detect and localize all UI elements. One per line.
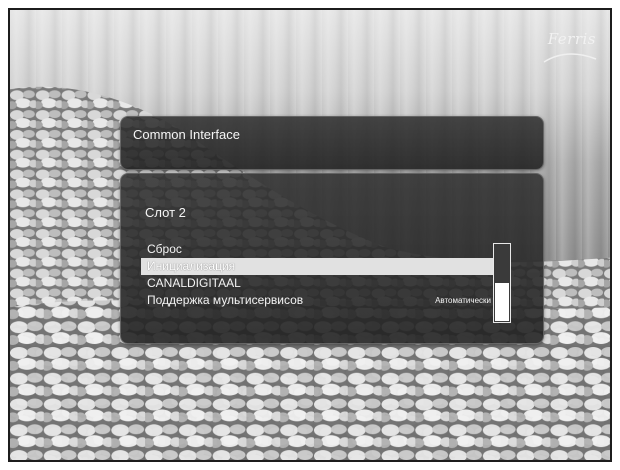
- page-title: Common Interface: [133, 127, 240, 142]
- logo-swoosh-icon: [543, 53, 597, 63]
- brand-logo: Ferris: [547, 30, 596, 48]
- menu-item-label: Поддержка мультисервисов: [147, 293, 304, 307]
- menu-item-reset[interactable]: Сброс: [141, 241, 493, 258]
- ci-menu: Сброс Инициализация CANALDIGITAAL Поддер…: [141, 241, 493, 309]
- menu-item-multiservice-support[interactable]: Поддержка мультисервисов Автоматически: [141, 292, 493, 309]
- menu-item-canaldigitaal[interactable]: CANALDIGITAAL: [141, 275, 493, 292]
- tv-screen: Ferris Common Interface Слот 2 Сброс Ини…: [8, 8, 612, 462]
- menu-item-value: Автоматически: [435, 296, 491, 305]
- scrollbar[interactable]: [493, 243, 511, 323]
- slot-title: Слот 2: [145, 205, 186, 220]
- menu-item-initialization[interactable]: Инициализация: [141, 258, 493, 275]
- header-panel: Common Interface: [120, 116, 544, 170]
- scrollbar-thumb[interactable]: [495, 283, 509, 321]
- menu-item-label: Инициализация: [147, 259, 236, 273]
- menu-item-label: CANALDIGITAAL: [147, 276, 241, 290]
- menu-panel: Слот 2 Сброс Инициализация CANALDIGITAAL…: [120, 173, 544, 344]
- menu-item-label: Сброс: [147, 242, 182, 256]
